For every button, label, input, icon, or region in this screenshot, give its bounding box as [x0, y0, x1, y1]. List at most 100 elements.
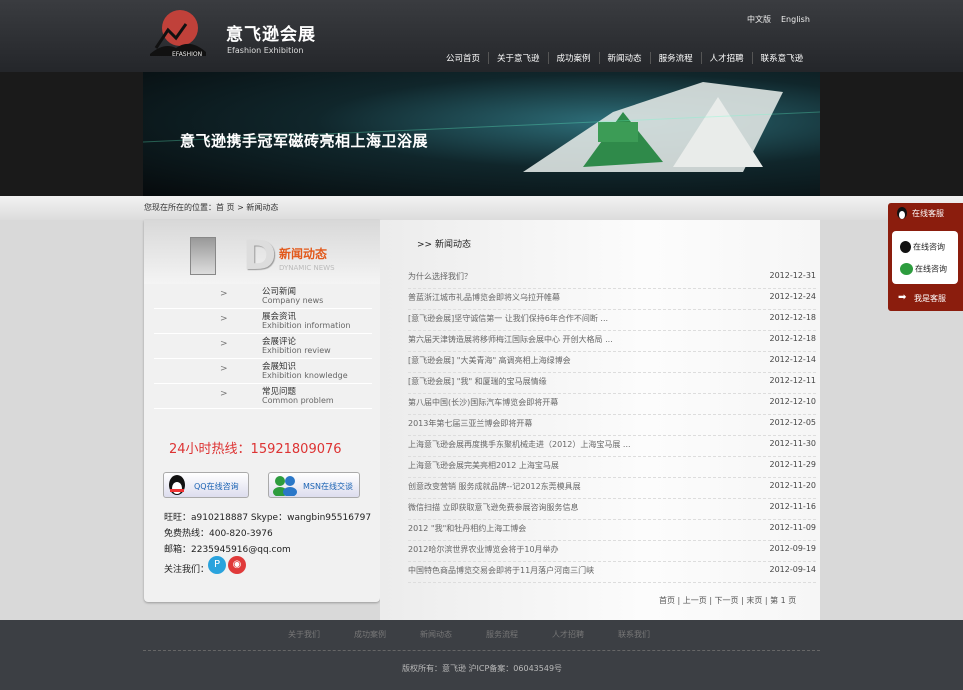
qq-icon — [169, 475, 185, 495]
news-title[interactable]: 微信扫描 立即获取意飞逊免费参展咨询服务信息 — [408, 502, 579, 513]
footer-link-service[interactable]: 服务流程 — [486, 630, 518, 639]
nav-cases[interactable]: 成功案例 — [547, 52, 599, 64]
brand-name: 意飞逊会展 — [226, 25, 316, 45]
news-title[interactable]: 创意改变营销 服务成就品牌--记2012东莞模具展 — [408, 481, 581, 492]
brand-small: EFASHION — [172, 51, 203, 58]
news-row[interactable]: 2012 "我"和牡丹相约上海工博会 2012-11-09 — [408, 520, 816, 541]
footer-nav: 关于我们 成功案例 新闻动态 服务流程 人才招聘 联系我们 — [288, 629, 684, 640]
sidebar-subtitle: DYNAMIC NEWS — [279, 264, 335, 272]
menu-label-en: Common problem — [262, 396, 334, 405]
qq-button-label: QQ在线咨询 — [194, 482, 239, 491]
content-title: >> 新闻动态 — [417, 240, 471, 250]
qq-group-icon — [900, 263, 913, 275]
news-title[interactable]: 2012哈尔滨世界农业博览会将于10月举办 — [408, 544, 559, 555]
service-header: 在线客服 — [888, 203, 963, 225]
breadcrumb: 您现在所在的位置：首 页 > 新闻动态 — [144, 203, 279, 212]
news-row[interactable]: 普蓝浙江城市礼品博览会即将义乌拉开帷幕 2012-12-24 — [408, 289, 816, 310]
banner-headline: 意飞逊携手冠军磁砖亮相上海卫浴展 — [180, 132, 429, 150]
nav-news[interactable]: 新闻动态 — [598, 52, 650, 64]
qq-icon — [900, 241, 911, 253]
news-row[interactable]: 创意改变营销 服务成就品牌--记2012东莞模具展 2012-11-20 — [408, 478, 816, 499]
hotline-number: 24小时热线：15921809076 — [169, 442, 342, 457]
news-title[interactable]: 中国特色商品博览交易会即将于11月落户河南三门峡 — [408, 565, 594, 576]
menu-label-en: Exhibition knowledge — [262, 371, 348, 380]
nav-home[interactable]: 公司首页 — [438, 52, 488, 64]
main-nav: 公司首页 关于意飞逊 成功案例 新闻动态 服务流程 人才招聘 联系意飞逊 — [438, 52, 811, 64]
copyright: 版权所有：意飞逊 沪ICP备案：06043549号 — [402, 664, 563, 673]
follow-us-label: 关注我们： — [164, 565, 210, 575]
lang-zh-link[interactable]: 中文版 — [747, 15, 771, 24]
chevron-right-icon: > — [220, 364, 228, 374]
sidebar-item-exhibition-knowledge[interactable]: > 会展知识 Exhibition knowledge — [154, 359, 372, 384]
news-date: 2012-11-09 — [769, 523, 817, 532]
brand-name-en: Efashion Exhibition — [227, 46, 304, 55]
service-qq-2-label: 在线咨询 — [915, 264, 947, 274]
news-date: 2012-11-16 — [769, 502, 817, 511]
tencent-weibo-icon[interactable]: P — [208, 556, 226, 574]
contact-im: 旺旺：a910218887 Skype：wangbin95516797 — [164, 513, 372, 523]
chevron-right-icon: > — [220, 314, 228, 324]
msn-chat-button[interactable]: MSN在线交谈 — [268, 472, 360, 498]
lang-en-link[interactable]: English — [781, 15, 810, 24]
news-row[interactable]: 中国特色商品博览交易会即将于11月落户河南三门峡 2012-09-14 — [408, 562, 816, 583]
nav-about[interactable]: 关于意飞逊 — [488, 52, 548, 64]
news-title[interactable]: 上海意飞逊会展再度携手东聚机械走进（2012）上海宝马展 ... — [408, 439, 631, 450]
news-row[interactable]: 上海意飞逊会展完美亮相2012 上海宝马展 2012-11-29 — [408, 457, 816, 478]
nav-jobs[interactable]: 人才招聘 — [700, 52, 752, 64]
news-row[interactable]: 第八届中国(长沙)国际汽车博览会即将开幕 2012-12-10 — [408, 394, 816, 415]
sidebar-item-faq[interactable]: > 常见问题 Common problem — [154, 384, 372, 409]
news-row[interactable]: 2013年第七届三亚兰博会即将开幕 2012-12-05 — [408, 415, 816, 436]
sidebar-item-company-news[interactable]: > 公司新闻 Company news — [154, 284, 372, 309]
footer-link-contact[interactable]: 联系我们 — [618, 630, 650, 639]
sidebar-item-exhibition-info[interactable]: > 展会资讯 Exhibition information — [154, 309, 372, 334]
news-date: 2012-11-30 — [769, 439, 817, 448]
pagination[interactable]: 首页 | 上一页 | 下一页 | 末页 | 第 1 页 — [659, 595, 796, 606]
news-row[interactable]: [意飞逊会展] "大美青海" 高调亮相上海绿博会 2012-12-14 — [408, 352, 816, 373]
news-date: 2012-12-10 — [769, 397, 817, 406]
news-row[interactable]: [意飞逊会展]坚守诚信第一 让我们保持6年合作不间断 ... 2012-12-18 — [408, 310, 816, 331]
news-title[interactable]: 普蓝浙江城市礼品博览会即将义乌拉开帷幕 — [408, 292, 560, 303]
news-date: 2012-12-05 — [769, 418, 817, 427]
news-title[interactable]: 2012 "我"和牡丹相约上海工博会 — [408, 523, 526, 534]
contact-email: 邮箱：2235945916@qq.com — [164, 545, 291, 555]
news-title[interactable]: 上海意飞逊会展完美亮相2012 上海宝马展 — [408, 460, 559, 471]
service-qq-1[interactable]: 在线咨询 — [900, 241, 945, 253]
service-title: 在线客服 — [912, 209, 944, 218]
language-switch: 中文版 English — [747, 14, 820, 25]
news-row[interactable]: [意飞逊会展] "我" 和厦瑞的宝马展情缘 2012-12-11 — [408, 373, 816, 394]
service-qq-2[interactable]: 在线咨询 — [900, 263, 947, 275]
nav-contact[interactable]: 联系意飞逊 — [751, 52, 812, 64]
news-row[interactable]: 微信扫描 立即获取意飞逊免费参展咨询服务信息 2012-11-16 — [408, 499, 816, 520]
news-title[interactable]: 为什么选择我们？ — [408, 271, 472, 282]
qq-consult-button[interactable]: QQ在线咨询 — [163, 472, 249, 498]
menu-label-en: Exhibition review — [262, 346, 331, 355]
sidebar-title: 新闻动态 — [279, 247, 328, 261]
news-date: 2012-12-18 — [769, 334, 817, 343]
news-title[interactable]: 第八届中国(长沙)国际汽车博览会即将开幕 — [408, 397, 558, 408]
sidebar-decoration: D — [243, 233, 277, 279]
news-title[interactable]: [意飞逊会展] "我" 和厦瑞的宝马展情缘 — [408, 376, 547, 387]
news-title[interactable]: [意飞逊会展]坚守诚信第一 让我们保持6年合作不间断 ... — [408, 313, 608, 324]
news-row[interactable]: 上海意飞逊会展再度携手东聚机械走进（2012）上海宝马展 ... 2012-11-… — [408, 436, 816, 457]
footer-link-cases[interactable]: 成功案例 — [354, 630, 386, 639]
nav-service[interactable]: 服务流程 — [649, 52, 701, 64]
sina-weibo-icon[interactable]: ◉ — [228, 556, 246, 574]
news-row[interactable]: 第六届天津铸造展将移师梅江国际会展中心 开创大格局 ... 2012-12-18 — [408, 331, 816, 352]
chevron-right-icon: > — [220, 339, 228, 349]
footer-link-news[interactable]: 新闻动态 — [420, 630, 452, 639]
news-date: 2012-12-31 — [769, 271, 817, 280]
news-title[interactable]: 第六届天津铸造展将移师梅江国际会展中心 开创大格局 ... — [408, 334, 613, 345]
newspaper-icon — [190, 237, 216, 275]
news-date: 2012-11-20 — [769, 481, 817, 490]
news-row[interactable]: 为什么选择我们？ 2012-12-31 — [408, 268, 816, 289]
sidebar-item-exhibition-review[interactable]: > 会展评论 Exhibition review — [154, 334, 372, 359]
news-title[interactable]: [意飞逊会展] "大美青海" 高调亮相上海绿博会 — [408, 355, 571, 366]
msn-icon — [273, 476, 297, 496]
footer-link-jobs[interactable]: 人才招聘 — [552, 630, 584, 639]
news-date: 2012-11-29 — [769, 460, 817, 469]
news-title[interactable]: 2013年第七届三亚兰博会即将开幕 — [408, 418, 532, 429]
news-row[interactable]: 2012哈尔滨世界农业博览会将于10月举办 2012-09-19 — [408, 541, 816, 562]
service-footer[interactable]: ➡ 我是客服 — [888, 291, 963, 309]
footer-divider — [143, 650, 820, 651]
footer-link-about[interactable]: 关于我们 — [288, 630, 320, 639]
